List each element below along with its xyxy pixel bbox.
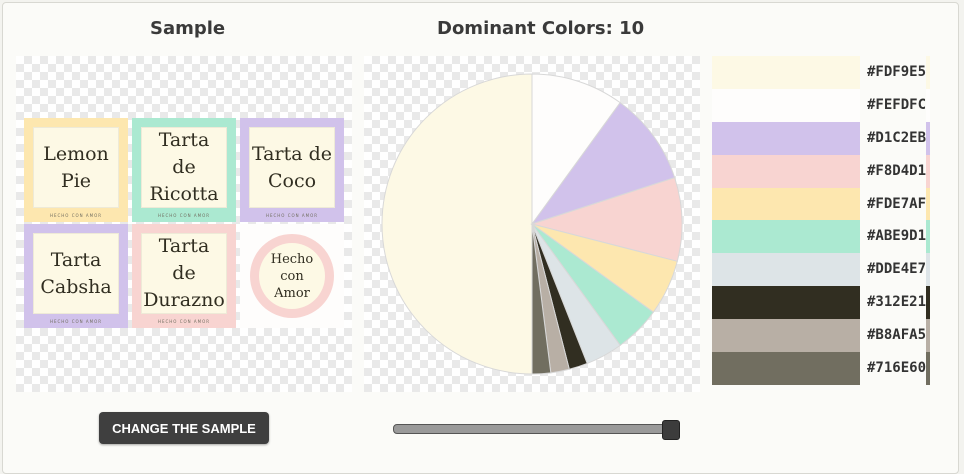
color-hex-label: #F8D4D1 [862, 154, 927, 188]
color-swatch [712, 187, 860, 221]
sample-label-text: Hecho con Amor [259, 243, 325, 309]
color-hex-label: #312E21 [862, 286, 927, 320]
color-swatch [712, 352, 860, 385]
sample-label-text: Lemon Pie [33, 127, 119, 208]
dominant-colors-heading: Dominant Colors: 10 [437, 18, 644, 39]
color-swatch-list: #FDF9E5 #FEFDFC #D1C2EB #F8D4D1 #FDE7AF #ABE9… [712, 56, 944, 385]
dominant-colors-count: 10 [619, 18, 645, 39]
sample-image-panel: Lemon Pie HECHO CON AMOR Tarta de Ricotta H… [16, 56, 352, 392]
sample-label-text: Tarta de Durazno [141, 233, 227, 314]
sample-label-tile: Hecho con Amor [240, 224, 344, 328]
color-swatch-row: #312E21 [712, 286, 944, 320]
color-swatch-edge [926, 187, 930, 221]
sample-label-footer: HECHO CON AMOR [265, 213, 319, 218]
color-swatch [712, 286, 860, 320]
color-swatch-row: #FEFDFC [712, 88, 944, 122]
color-swatch-row: #FDE7AF [712, 187, 944, 221]
sample-label-footer: HECHO CON AMOR [49, 319, 103, 324]
color-count-slider-handle[interactable] [662, 420, 680, 440]
color-swatch-row: #DDE4E7 [712, 253, 944, 287]
color-pie-panel [364, 56, 700, 392]
color-swatch-edge [926, 286, 930, 320]
change-sample-button[interactable]: CHANGE THE SAMPLE [99, 412, 269, 444]
color-swatch-edge [926, 56, 930, 89]
sample-image: Lemon Pie HECHO CON AMOR Tarta de Ricotta H… [24, 118, 344, 328]
color-swatch-row: #D1C2EB [712, 121, 944, 155]
color-swatch-edge [926, 220, 930, 254]
sample-label-tile: Tarta de Durazno HECHO CON AMOR [132, 224, 236, 328]
sample-label-footer: HECHO CON AMOR [157, 213, 211, 218]
dominant-colors-title: Dominant Colors: [437, 18, 613, 39]
color-hex-label: #716E60 [862, 352, 927, 385]
pie-slice [381, 73, 533, 375]
color-hex-label: #B8AFA5 [862, 319, 927, 353]
sample-label-footer: HECHO CON AMOR [49, 213, 103, 218]
color-hex-label: #DDE4E7 [862, 253, 927, 287]
color-swatch-edge [926, 319, 930, 353]
color-hex-label: #FDF9E5 [862, 56, 927, 89]
color-swatch [712, 319, 860, 353]
round-badge: Hecho con Amor [250, 234, 334, 318]
color-swatch-row: #FDF9E5 [712, 56, 944, 89]
color-swatch [712, 253, 860, 287]
color-swatch-edge [926, 88, 930, 122]
color-hex-label: #FDE7AF [862, 187, 927, 221]
color-swatch-edge [926, 121, 930, 155]
sample-label-text: Tarta Cabsha [33, 233, 119, 314]
color-swatch [712, 88, 860, 122]
color-pie-chart [381, 73, 683, 375]
color-swatch-edge [926, 253, 930, 287]
color-swatch-row: #B8AFA5 [712, 319, 944, 353]
color-swatch-row: #ABE9D1 [712, 220, 944, 254]
color-hex-label: #ABE9D1 [862, 220, 927, 254]
color-swatch-row: #716E60 [712, 352, 944, 385]
sample-label-tile: Lemon Pie HECHO CON AMOR [24, 118, 128, 222]
color-swatch-edge [926, 352, 930, 385]
sample-label-tile: Tarta Cabsha HECHO CON AMOR [24, 224, 128, 328]
color-swatch-row: #F8D4D1 [712, 154, 944, 188]
sample-label-footer: HECHO CON AMOR [157, 319, 211, 324]
color-swatch [712, 220, 860, 254]
color-swatch [712, 56, 860, 89]
color-swatch [712, 154, 860, 188]
sample-heading: Sample [150, 18, 226, 39]
color-hex-label: #FEFDFC [862, 88, 927, 122]
sample-label-tile: Tarta de Ricotta HECHO CON AMOR [132, 118, 236, 222]
color-count-slider[interactable] [393, 424, 675, 434]
color-swatch [712, 121, 860, 155]
color-hex-label: #D1C2EB [862, 121, 927, 155]
sample-label-tile: Tarta de Coco HECHO CON AMOR [240, 118, 344, 222]
color-swatch-edge [926, 154, 930, 188]
sample-label-text: Tarta de Coco [249, 127, 335, 208]
sample-label-text: Tarta de Ricotta [141, 127, 227, 208]
